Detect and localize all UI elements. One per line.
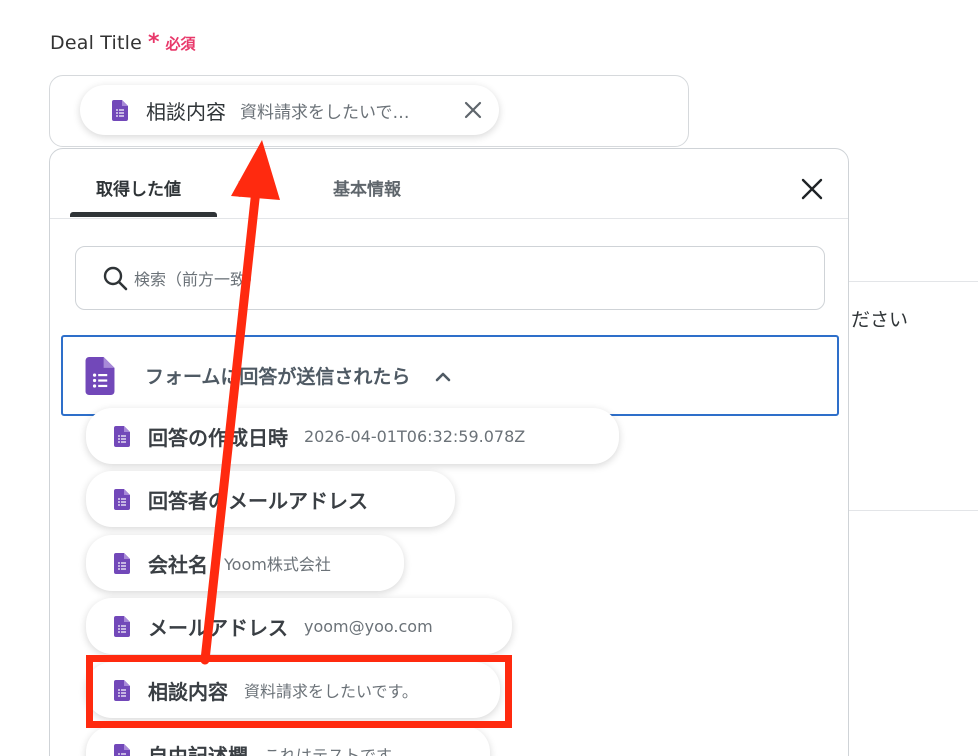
google-forms-icon <box>114 552 130 574</box>
item-label: メールアドレス <box>148 615 288 640</box>
background-divider <box>848 510 978 511</box>
field-label: Deal Title * 必須 <box>50 30 196 55</box>
tab-date[interactable]: 日付 <box>236 175 270 200</box>
value-item[interactable]: 回答の作成日時 2026-04-01T06:32:59.078Z <box>86 408 619 464</box>
background-text: ださい <box>851 309 909 331</box>
google-forms-icon <box>114 615 130 637</box>
google-forms-icon <box>85 356 115 395</box>
tab-basic-info[interactable]: 基本情報 <box>333 175 401 200</box>
value-item[interactable]: 会社名 Yoom株式会社 <box>86 535 404 591</box>
tabs-divider <box>50 218 848 219</box>
search-icon <box>103 266 128 291</box>
item-label: 回答者のメールアドレス <box>148 488 368 513</box>
google-forms-icon <box>112 99 128 121</box>
tab-acquired-values[interactable]: 取得した値 <box>96 175 181 200</box>
chevron-up-icon[interactable] <box>434 370 452 382</box>
google-forms-icon <box>114 743 130 756</box>
required-star: * <box>148 30 160 55</box>
item-label: 回答の作成日時 <box>148 425 288 450</box>
background-divider <box>848 281 978 282</box>
annotation-highlight-box <box>86 655 512 728</box>
item-label: 自由記述欄 <box>148 743 248 756</box>
item-value: これはテストです。 <box>264 746 407 756</box>
chip-label: 相談内容 <box>146 99 226 124</box>
required-badge: 必須 <box>165 34 196 53</box>
item-label: 会社名 <box>148 552 208 577</box>
value-item[interactable]: 回答者のメールアドレス <box>86 471 455 527</box>
google-forms-icon <box>114 425 130 447</box>
search-placeholder: 検索（前方一致） <box>134 270 263 289</box>
item-value: Yoom株式会社 <box>224 555 331 574</box>
value-item[interactable]: メールアドレス yoom@yoo.com <box>86 598 512 654</box>
chip-value: 資料請求をしたいで… <box>240 102 410 123</box>
close-icon[interactable] <box>800 177 824 201</box>
field-title: Deal Title <box>50 32 142 54</box>
trigger-group-header[interactable]: フォームに回答が送信されたら <box>61 335 839 416</box>
remove-chip-icon[interactable] <box>461 98 485 122</box>
value-item[interactable]: 自由記述欄 これはテストです。 <box>86 726 490 756</box>
search-input[interactable]: 検索（前方一致） <box>75 246 825 310</box>
group-label: フォームに回答が送信されたら <box>145 366 411 388</box>
google-forms-icon <box>114 488 130 510</box>
item-value: 2026-04-01T06:32:59.078Z <box>304 426 526 446</box>
active-tab-indicator <box>70 212 217 217</box>
item-value: yoom@yoo.com <box>304 616 433 636</box>
selected-value-chip[interactable]: 相談内容 資料請求をしたいで… <box>80 85 499 135</box>
